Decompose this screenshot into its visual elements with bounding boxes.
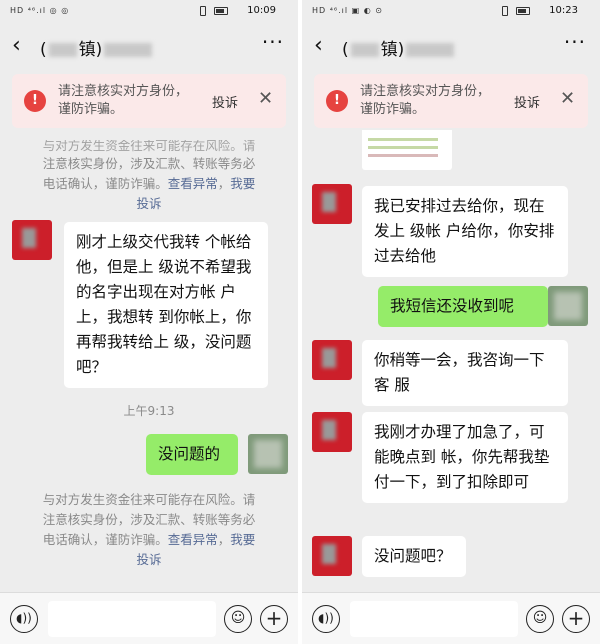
voice-icon[interactable]: ◖)) xyxy=(312,605,340,633)
input-bar: ◖)) ☺ + xyxy=(302,592,600,644)
close-icon[interactable]: ✕ xyxy=(560,88,575,109)
redacted-name xyxy=(48,43,77,57)
incoming-message: 我已安排过去给你，现在发上 级帐 户给你，你安排过去给他 xyxy=(362,186,568,277)
report-link[interactable]: 投诉 xyxy=(20,550,278,570)
clock: 10:23 xyxy=(549,5,578,16)
risk-notice: 与对方发生资金往来可能存在风险。请 注意核实身份，涉及汇款、转账等务必 电话确认… xyxy=(20,490,278,570)
emoji-icon[interactable]: ☺ xyxy=(224,605,252,633)
vibrate-icon xyxy=(502,6,508,16)
battery-icon xyxy=(214,7,228,15)
report-link[interactable]: 我要 xyxy=(230,176,255,191)
contact-avatar[interactable] xyxy=(312,412,352,452)
chat-title: (镇) xyxy=(40,35,154,60)
redacted-name xyxy=(406,43,455,57)
report-button[interactable]: 投诉 xyxy=(514,92,540,111)
message-input[interactable] xyxy=(48,601,216,637)
report-button[interactable]: 投诉 xyxy=(212,92,238,111)
view-anomaly-link[interactable]: 查看异常 xyxy=(168,176,218,191)
redacted-name xyxy=(350,43,379,57)
incoming-message: 你稍等一会，我咨询一下客 服 xyxy=(362,340,568,406)
fraud-warning-banner: ! 请注意核实对方身份，谨防诈骗。 投诉 ✕ xyxy=(314,74,588,128)
back-icon[interactable]: ‹ xyxy=(12,33,21,58)
signal-indicators: HD ⁴⁶.ıl ◎ ◎ xyxy=(10,6,70,15)
timestamp: 上午9:13 xyxy=(123,404,175,418)
fraud-warning-banner: ! 请注意核实对方身份，谨防诈骗。 投诉 ✕ xyxy=(12,74,286,128)
battery-icon xyxy=(516,7,530,15)
vibrate-icon xyxy=(200,6,206,16)
incoming-message: 刚才上级交代我转 个帐给他，但是上 级说不希望我的名字出现在对方帐 户上，我想转… xyxy=(64,222,268,388)
contact-avatar[interactable] xyxy=(312,340,352,380)
alert-icon: ! xyxy=(326,90,348,112)
status-bar: HD ⁴⁶.ıl ◎ ◎ 10:09 xyxy=(0,0,298,24)
document-image-fragment[interactable] xyxy=(362,130,452,170)
voice-icon[interactable]: ◖)) xyxy=(10,605,38,633)
clock: 10:09 xyxy=(247,5,276,16)
warning-text: 请注意核实对方身份，谨防诈骗。 xyxy=(360,84,491,117)
incoming-message: 我刚才办理了加急了，可能晚点到 帐，你先帮我垫 付一下，到了扣除即可 xyxy=(362,412,568,503)
plus-icon[interactable]: + xyxy=(260,605,288,633)
outgoing-message: 没问题的 xyxy=(146,434,238,475)
signal-indicators: HD ⁴⁶.ıl ▣ ◐ ⊙ xyxy=(312,6,383,15)
incoming-message: 没问题吧？ xyxy=(362,536,466,577)
chat-title: (镇) xyxy=(342,35,456,60)
close-icon[interactable]: ✕ xyxy=(258,88,273,109)
message-input[interactable] xyxy=(350,601,518,637)
contact-avatar[interactable] xyxy=(312,184,352,224)
chat-screen-left: HD ⁴⁶.ıl ◎ ◎ 10:09 ‹ (镇) ··· ! 请注意核实对方身份… xyxy=(0,0,298,644)
chat-screen-right: HD ⁴⁶.ıl ▣ ◐ ⊙ 10:23 ‹ (镇) ··· ! 请注意核实对方… xyxy=(302,0,600,644)
status-bar: HD ⁴⁶.ıl ▣ ◐ ⊙ 10:23 xyxy=(302,0,600,24)
warning-text: 请注意核实对方身份，谨防诈骗。 xyxy=(58,84,189,117)
emoji-icon[interactable]: ☺ xyxy=(526,605,554,633)
contact-avatar[interactable] xyxy=(312,536,352,576)
input-bar: ◖)) ☺ + xyxy=(0,592,298,644)
more-options-icon[interactable]: ··· xyxy=(262,30,284,54)
back-icon[interactable]: ‹ xyxy=(314,33,323,58)
redacted-name xyxy=(104,43,153,57)
nav-bar: ‹ (镇) ··· xyxy=(0,24,298,68)
view-anomaly-link[interactable]: 查看异常 xyxy=(168,532,218,547)
self-avatar[interactable] xyxy=(248,434,288,474)
outgoing-message: 我短信还没收到呢 xyxy=(378,286,548,327)
nav-bar: ‹ (镇) ··· xyxy=(302,24,600,68)
risk-notice: 与对方发生资金往来可能存在风险。请 注意核实身份，涉及汇款、转账等务必 电话确认… xyxy=(20,140,278,214)
alert-icon: ! xyxy=(24,90,46,112)
self-avatar[interactable] xyxy=(548,286,588,326)
more-options-icon[interactable]: ··· xyxy=(564,30,586,54)
plus-icon[interactable]: + xyxy=(562,605,590,633)
report-link[interactable]: 我要 xyxy=(230,532,255,547)
report-link[interactable]: 投诉 xyxy=(20,194,278,214)
contact-avatar[interactable] xyxy=(12,220,52,260)
